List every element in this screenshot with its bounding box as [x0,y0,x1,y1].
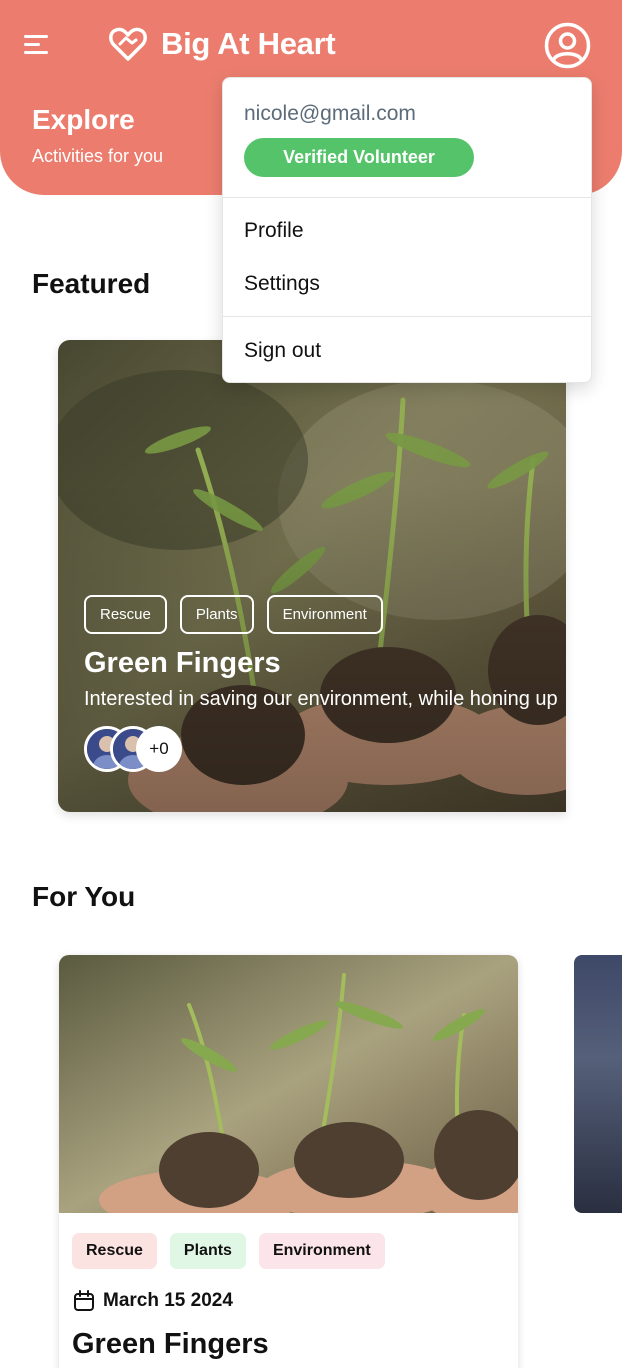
calendar-icon [74,1290,94,1311]
participant-avatars: +0 [84,726,194,774]
tag-environment[interactable]: Environment [266,595,383,634]
menu-divider [223,197,591,198]
tag-rescue[interactable]: Rescue [72,1233,157,1269]
verified-volunteer-badge: Verified Volunteer [244,138,474,177]
explore-title: Explore [32,104,135,135]
menu-item-profile[interactable]: Profile [244,219,304,243]
participants-more-count: +0 [136,726,182,772]
user-email: nicole@gmail.com [244,102,416,125]
menu-icon[interactable] [24,33,50,55]
featured-activity-card[interactable]: Rescue Plants Environment Green Fingers … [58,340,566,812]
app-title: Big At Heart [161,26,336,61]
tag-environment[interactable]: Environment [258,1233,385,1269]
menu-divider [223,316,591,317]
for-you-activity-card[interactable]: Rescue Plants Environment March 15 2024 … [59,955,518,1368]
explore-subtitle: Activities for you [32,146,164,166]
profile-dropdown-menu: nicole@gmail.com Verified Volunteer Prof… [222,77,592,383]
featured-section-title: Featured [32,268,151,299]
featured-card-title: Green Fingers [84,647,281,679]
for-you-card-title: Green Fingers [72,1328,269,1360]
featured-card-description: Interested in saving our environment, wh… [84,688,558,710]
for-you-section-title: For You [32,881,136,912]
tag-plants[interactable]: Plants [179,595,254,634]
activity-date-text: March 15 2024 [103,1290,233,1311]
activity-date: March 15 2024 [73,1290,233,1312]
next-activity-card-peek[interactable] [574,955,622,1213]
for-you-tags: Rescue Plants Environment [72,1233,385,1269]
seedlings-photo [59,955,518,1213]
menu-item-sign-out[interactable]: Sign out [244,339,321,363]
featured-tags: Rescue Plants Environment [84,595,383,634]
menu-item-settings[interactable]: Settings [244,272,320,296]
heart-hands-logo-icon [109,27,147,61]
tag-plants[interactable]: Plants [169,1233,246,1269]
user-circle-icon[interactable] [544,22,591,69]
tag-rescue[interactable]: Rescue [84,595,167,634]
